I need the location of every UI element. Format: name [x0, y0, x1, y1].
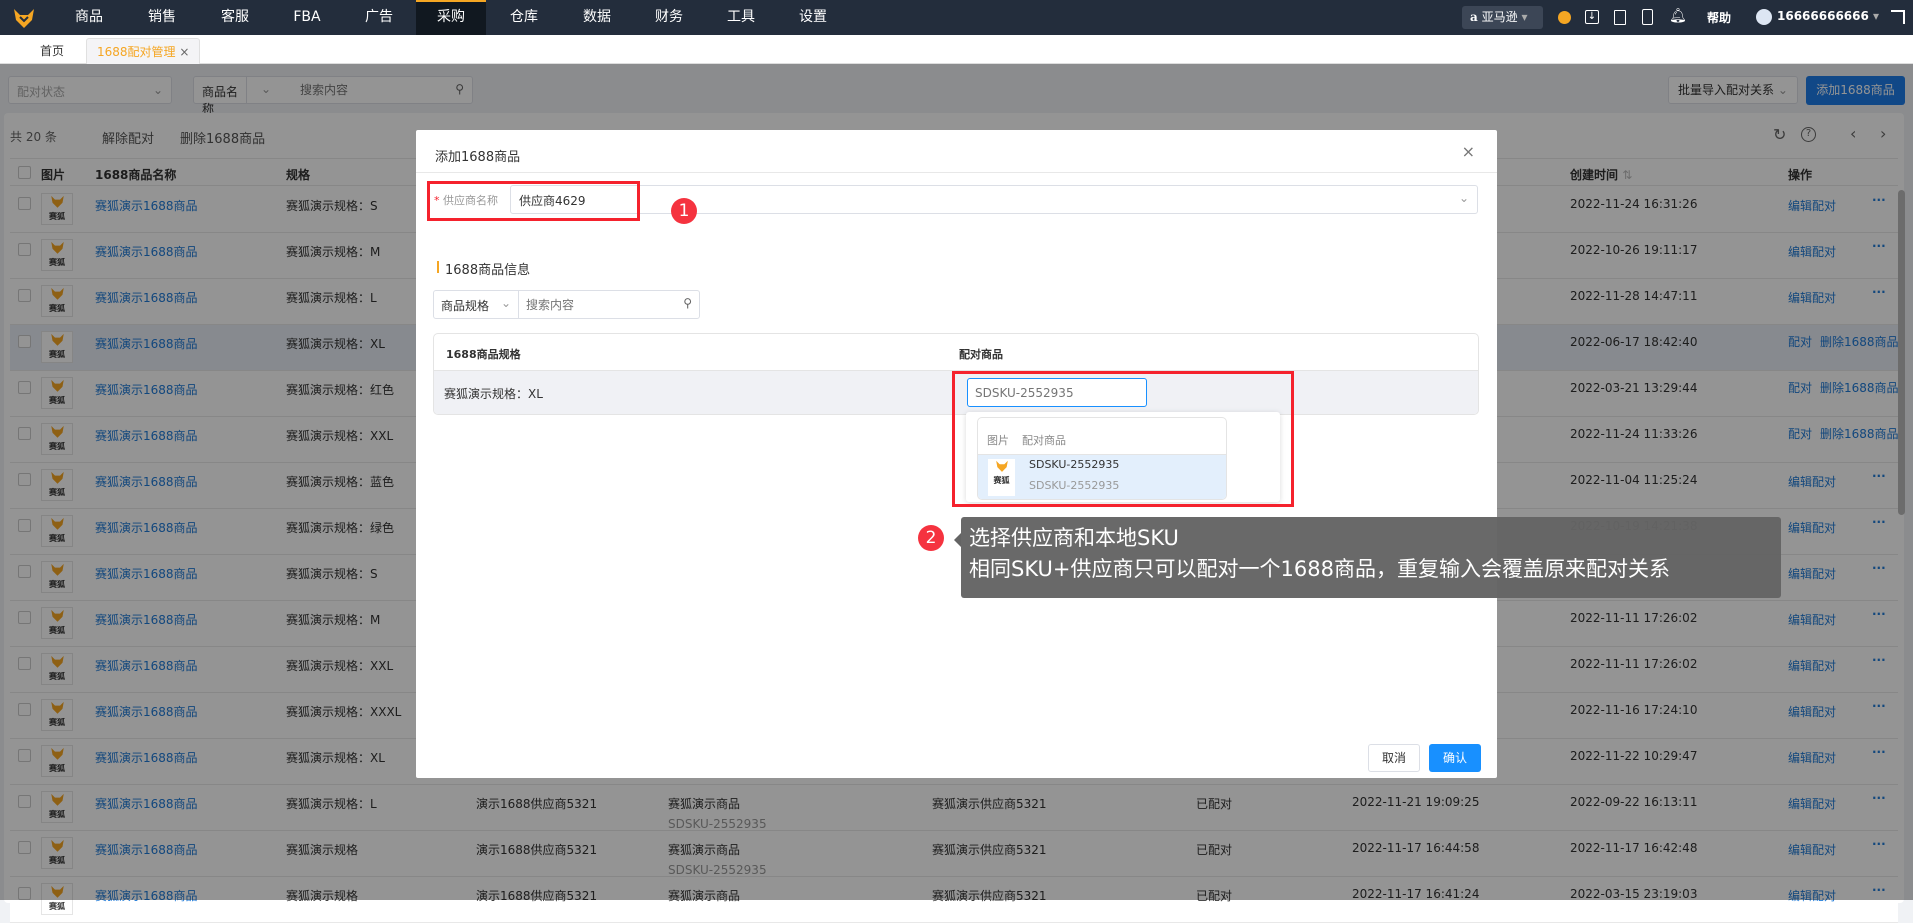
col-pair-header: 配对商品: [959, 348, 1003, 361]
step-badge-2: 2: [918, 525, 944, 551]
spec-search-group: 商品规格 ⌄ ⚲: [433, 290, 700, 319]
chevron-down-icon: ⌄: [1458, 191, 1469, 205]
close-tab-icon[interactable]: ×: [179, 45, 189, 59]
tab-1688-pairing[interactable]: 1688配对管理 ×: [86, 38, 201, 64]
tab-label: 1688配对管理: [97, 45, 176, 59]
modal-title: 添加1688商品: [435, 150, 521, 165]
nav-item[interactable]: 采购: [416, 0, 486, 35]
tooltip-line-2: 相同SKU+供应商只可以配对一个1688商品，重复输入会覆盖原来配对关系: [969, 557, 1670, 581]
divider: [416, 172, 1497, 173]
row-spec: 赛狐演示规格：XL: [444, 387, 543, 401]
spec-search-input[interactable]: [526, 295, 676, 315]
download-icon[interactable]: ↓: [1585, 10, 1599, 24]
top-nav: 商品 销售 客服 FBA 广告 采购 仓库 数据 财务 工具 设置 a 亚马逊 ▾ ↓ 🔔︎ 帮助 …: [0, 0, 1913, 35]
tooltip-line-1: 选择供应商和本地SKU: [969, 526, 1179, 550]
step-badge-1: 1: [671, 198, 697, 224]
avatar[interactable]: [1756, 9, 1772, 25]
tooltip-arrow: [954, 533, 961, 547]
tab-home[interactable]: 首页: [30, 38, 74, 64]
col-spec-header: 1688商品规格: [446, 348, 521, 361]
confirm-button[interactable]: 确认: [1429, 744, 1481, 772]
supplier-select[interactable]: 供应商4629 ⌄: [510, 185, 1478, 214]
fox-logo-icon[interactable]: [12, 6, 36, 30]
thumb-text: 赛狐: [49, 902, 65, 911]
nav-item[interactable]: 财务: [634, 0, 704, 35]
chevron-down-icon: ⌄: [500, 296, 511, 310]
annotation-tooltip: 选择供应商和本地SKU 相同SKU+供应商只可以配对一个1688商品，重复输入会…: [961, 517, 1781, 598]
nav-item[interactable]: 数据: [562, 0, 632, 35]
user-menu[interactable]: 16666666666 ▾: [1777, 9, 1879, 23]
nav-item[interactable]: 客服: [200, 0, 270, 35]
section-title: 1688商品信息: [445, 263, 531, 278]
task-list-icon[interactable]: [1614, 10, 1626, 25]
support-icon[interactable]: [1558, 11, 1571, 24]
nav-item[interactable]: 工具: [706, 0, 776, 35]
mobile-icon[interactable]: [1642, 9, 1653, 25]
highlight-box-sku: [952, 371, 1294, 507]
spec-field-select[interactable]: 商品规格 ⌄: [434, 291, 519, 318]
close-icon[interactable]: ×: [1462, 142, 1475, 161]
bell-icon[interactable]: 🔔︎: [1669, 8, 1687, 24]
cancel-button[interactable]: 取消: [1368, 744, 1420, 772]
help-link[interactable]: 帮助: [1707, 9, 1731, 26]
nav-item[interactable]: 广告: [344, 0, 414, 35]
fullscreen-icon[interactable]: [1891, 10, 1905, 24]
nav-item[interactable]: 仓库: [489, 0, 559, 35]
add-1688-product-modal: 添加1688商品 × * 供应商名称 供应商4629 ⌄ 1688商品信息 商品规…: [416, 130, 1497, 778]
section-marker: [437, 261, 439, 273]
platform-select[interactable]: a 亚马逊 ▾: [1462, 6, 1543, 29]
nav-item[interactable]: 设置: [778, 0, 848, 35]
nav-item[interactable]: FBA: [272, 0, 342, 35]
tab-bar: 首页 1688配对管理 ×: [0, 35, 1913, 64]
spec-field-label: 商品规格: [441, 299, 490, 313]
platform-label: 亚马逊: [1481, 10, 1518, 24]
nav-item[interactable]: 商品: [54, 0, 124, 35]
nav-item[interactable]: 销售: [127, 0, 197, 35]
highlight-box-supplier: [427, 181, 640, 221]
username: 16666666666: [1777, 9, 1869, 23]
search-icon[interactable]: ⚲: [683, 296, 692, 310]
